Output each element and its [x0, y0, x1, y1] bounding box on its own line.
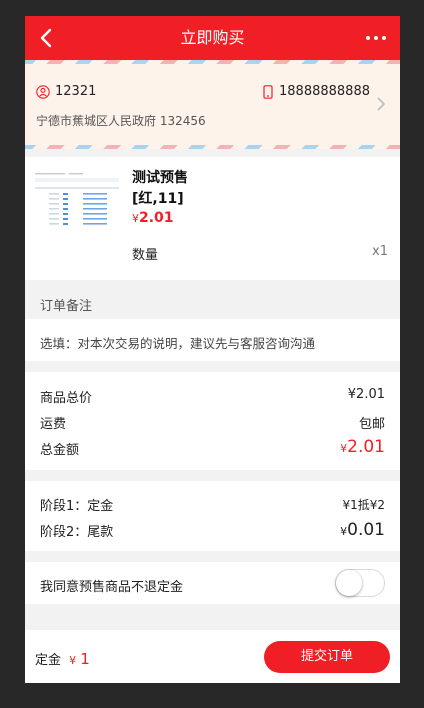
- deposit-currency: ¥: [69, 654, 77, 667]
- recipient-phone-text: 18888888888: [279, 84, 370, 99]
- stage1-label: 阶段1：定金: [40, 499, 114, 514]
- total-amount-row: 总金额 ¥2.01: [40, 437, 385, 459]
- recipient-phone: 18888888888: [263, 84, 370, 99]
- shipping-row: 运费 包邮: [40, 413, 385, 433]
- person-icon: [36, 84, 50, 99]
- address-detail: 宁德市蕉城区人民政府 132456: [36, 114, 206, 128]
- airmail-stripe-bottom: [25, 145, 400, 149]
- shipping-label: 运费: [40, 417, 67, 432]
- total-amount-label: 总金额: [40, 443, 80, 458]
- quantity-value: x1: [372, 244, 388, 259]
- toggle-knob: [336, 570, 362, 596]
- chevron-right-icon: [377, 97, 386, 111]
- total-amount-number: 2.01: [347, 437, 385, 457]
- recipient-name: 12321: [36, 84, 96, 99]
- deposit-amount: 定金 ¥ 1: [35, 649, 90, 668]
- total-amount-value: ¥2.01: [340, 437, 385, 457]
- order-note-title: 订单备注: [40, 299, 93, 314]
- stage1-value: ¥1抵¥2: [342, 498, 385, 512]
- product-thumbnail[interactable]: [35, 167, 119, 241]
- goods-total-label: 商品总价: [40, 391, 93, 406]
- stage2-label: 阶段2：尾款: [40, 525, 114, 540]
- deposit-value: 1: [80, 650, 90, 668]
- address-card[interactable]: 12321 18888888888 宁德市蕉城区人民政府 132456: [25, 60, 400, 149]
- payment-stages: 阶段1：定金 ¥1抵¥2 阶段2：尾款 ¥0.01: [25, 481, 400, 551]
- mobile-phone-icon: [263, 84, 273, 99]
- product-card: 测试预售 [红,11] ¥2.01 数量 x1: [25, 157, 400, 280]
- nav-bar: 立即购买: [25, 16, 400, 60]
- order-note-placeholder: 选填：对本次交易的说明，建议先与客服咨询沟通: [40, 336, 316, 351]
- deposit-agreement-row: 我同意预售商品不退定金: [25, 562, 400, 604]
- recipient-name-text: 12321: [55, 84, 97, 99]
- stage2-value: ¥0.01: [340, 520, 385, 540]
- phone-screen: 立即购买 12321 18888888888 宁德市蕉城区人民政府 132456: [25, 16, 400, 683]
- price-value: 2.01: [139, 210, 174, 226]
- quantity-label: 数量: [132, 248, 159, 263]
- product-spec: [红,11]: [132, 191, 184, 207]
- product-name: 测试预售: [132, 170, 188, 186]
- goods-total-row: 商品总价 ¥2.01: [40, 387, 385, 407]
- goods-total-value: ¥2.01: [347, 387, 385, 402]
- airmail-stripe-top: [25, 60, 400, 64]
- page-title: 立即购买: [180, 28, 245, 47]
- price-summary: 商品总价 ¥2.01 运费 包邮 总金额 ¥2.01: [25, 372, 400, 470]
- price-currency: ¥: [132, 212, 139, 225]
- shipping-value: 包邮: [358, 417, 385, 432]
- checkout-bar: 定金 ¥ 1 提交订单: [25, 630, 400, 683]
- deposit-label: 定金: [35, 653, 62, 668]
- stage2-number: 0.01: [347, 520, 385, 540]
- order-note-field[interactable]: 选填：对本次交易的说明，建议先与客服咨询沟通: [25, 319, 400, 361]
- deposit-agreement-toggle[interactable]: [335, 569, 385, 597]
- stage2-row: 阶段2：尾款 ¥0.01: [40, 520, 385, 541]
- deposit-agreement-label: 我同意预售商品不退定金: [40, 580, 184, 595]
- stage1-row: 阶段1：定金 ¥1抵¥2: [40, 495, 385, 515]
- submit-order-button[interactable]: 提交订单: [264, 641, 390, 673]
- product-price: ¥2.01: [132, 210, 174, 226]
- more-dots-icon[interactable]: [364, 32, 388, 44]
